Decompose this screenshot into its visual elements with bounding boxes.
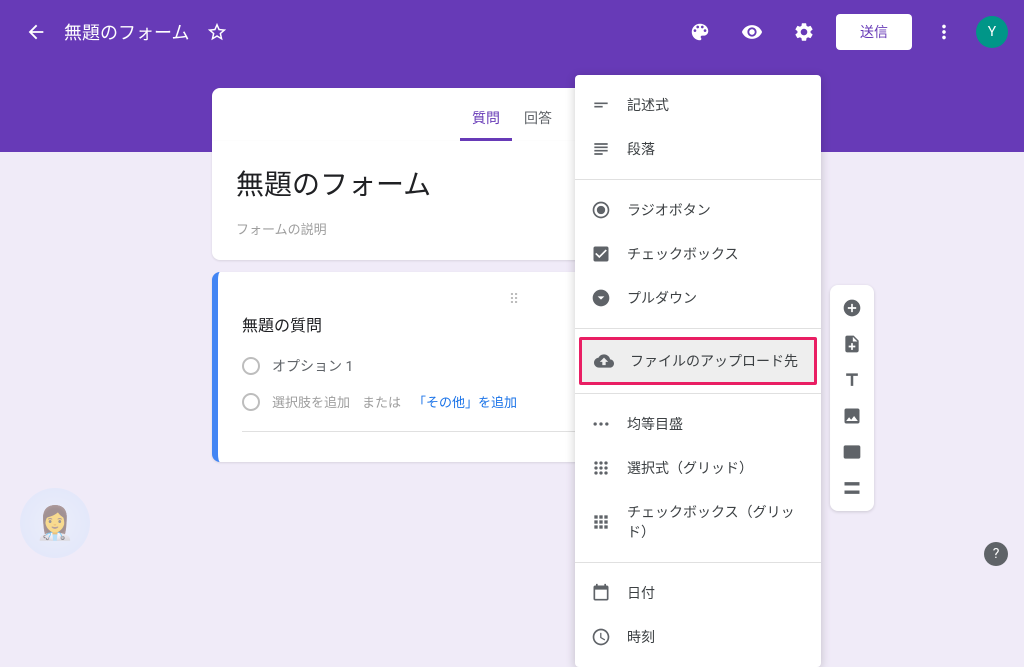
mascot-avatar: 👩‍⚕️ xyxy=(20,488,90,558)
menu-label: ラジオボタン xyxy=(627,200,711,220)
palette-button[interactable] xyxy=(680,12,720,52)
form-title-header[interactable]: 無題のフォーム xyxy=(64,19,189,45)
menu-dropdown[interactable]: プルダウン xyxy=(575,276,821,320)
menu-label: ファイルのアップロード先 xyxy=(630,351,798,371)
menu-checkbox[interactable]: チェックボックス xyxy=(575,232,821,276)
paragraph-icon xyxy=(591,139,611,159)
side-toolbar xyxy=(830,285,874,511)
menu-label: チェックボックス（グリッド） xyxy=(627,502,805,542)
menu-short-answer[interactable]: 記述式 xyxy=(575,83,821,127)
grid-checkbox-icon xyxy=(591,512,611,532)
tab-questions[interactable]: 質問 xyxy=(460,100,512,141)
menu-label: 日付 xyxy=(627,583,655,603)
radio-icon xyxy=(242,357,260,375)
settings-button[interactable] xyxy=(784,12,824,52)
send-button[interactable]: 送信 xyxy=(836,14,912,50)
cloud-upload-icon xyxy=(594,351,614,371)
menu-label: 段落 xyxy=(627,139,655,159)
menu-radio[interactable]: ラジオボタン xyxy=(575,188,821,232)
menu-grid-checkbox[interactable]: チェックボックス（グリッド） xyxy=(575,490,821,554)
linear-scale-icon xyxy=(591,414,611,434)
checkbox-icon xyxy=(591,244,611,264)
menu-label: 選択式（グリッド） xyxy=(627,458,753,478)
add-image-button[interactable] xyxy=(830,399,874,433)
question-type-menu: 記述式 段落 ラジオボタン チェックボックス プルダウン ファイルのアップロード… xyxy=(575,75,821,667)
import-questions-button[interactable] xyxy=(830,327,874,361)
menu-paragraph[interactable]: 段落 xyxy=(575,127,821,171)
menu-divider xyxy=(575,393,821,394)
add-section-button[interactable] xyxy=(830,471,874,505)
menu-grid-choice[interactable]: 選択式（グリッド） xyxy=(575,446,821,490)
menu-label: プルダウン xyxy=(627,288,697,308)
menu-label: 時刻 xyxy=(627,627,655,647)
menu-label: 記述式 xyxy=(627,95,669,115)
radio-icon xyxy=(591,200,611,220)
add-video-button[interactable] xyxy=(830,435,874,469)
back-button[interactable] xyxy=(16,12,56,52)
question-title[interactable]: 無題の質問 xyxy=(242,312,322,336)
grid-icon xyxy=(591,458,611,478)
menu-divider xyxy=(575,562,821,563)
short-text-icon xyxy=(591,95,611,115)
user-avatar[interactable]: Y xyxy=(976,16,1008,48)
option-text[interactable]: オプション 1 xyxy=(272,356,353,376)
tab-responses[interactable]: 回答 xyxy=(512,100,564,141)
menu-file-upload[interactable]: ファイルのアップロード先 xyxy=(579,337,817,385)
or-text: または xyxy=(362,392,401,411)
menu-linear-scale[interactable]: 均等目盛 xyxy=(575,402,821,446)
help-button[interactable]: ? xyxy=(984,542,1008,566)
app-header: 無題のフォーム 送信 Y xyxy=(0,0,1024,64)
dropdown-icon xyxy=(591,288,611,308)
more-button[interactable] xyxy=(924,12,964,52)
add-question-button[interactable] xyxy=(830,291,874,325)
menu-time[interactable]: 時刻 xyxy=(575,615,821,659)
clock-icon xyxy=(591,627,611,647)
radio-icon xyxy=(242,393,260,411)
menu-divider xyxy=(575,179,821,180)
add-title-button[interactable] xyxy=(830,363,874,397)
star-button[interactable] xyxy=(197,12,237,52)
menu-label: チェックボックス xyxy=(627,244,739,264)
menu-divider xyxy=(575,328,821,329)
preview-button[interactable] xyxy=(732,12,772,52)
add-option-link[interactable]: 選択肢を追加 xyxy=(272,392,350,411)
menu-label: 均等目盛 xyxy=(627,414,683,434)
calendar-icon xyxy=(591,583,611,603)
add-other-link[interactable]: 「その他」を追加 xyxy=(413,392,517,411)
